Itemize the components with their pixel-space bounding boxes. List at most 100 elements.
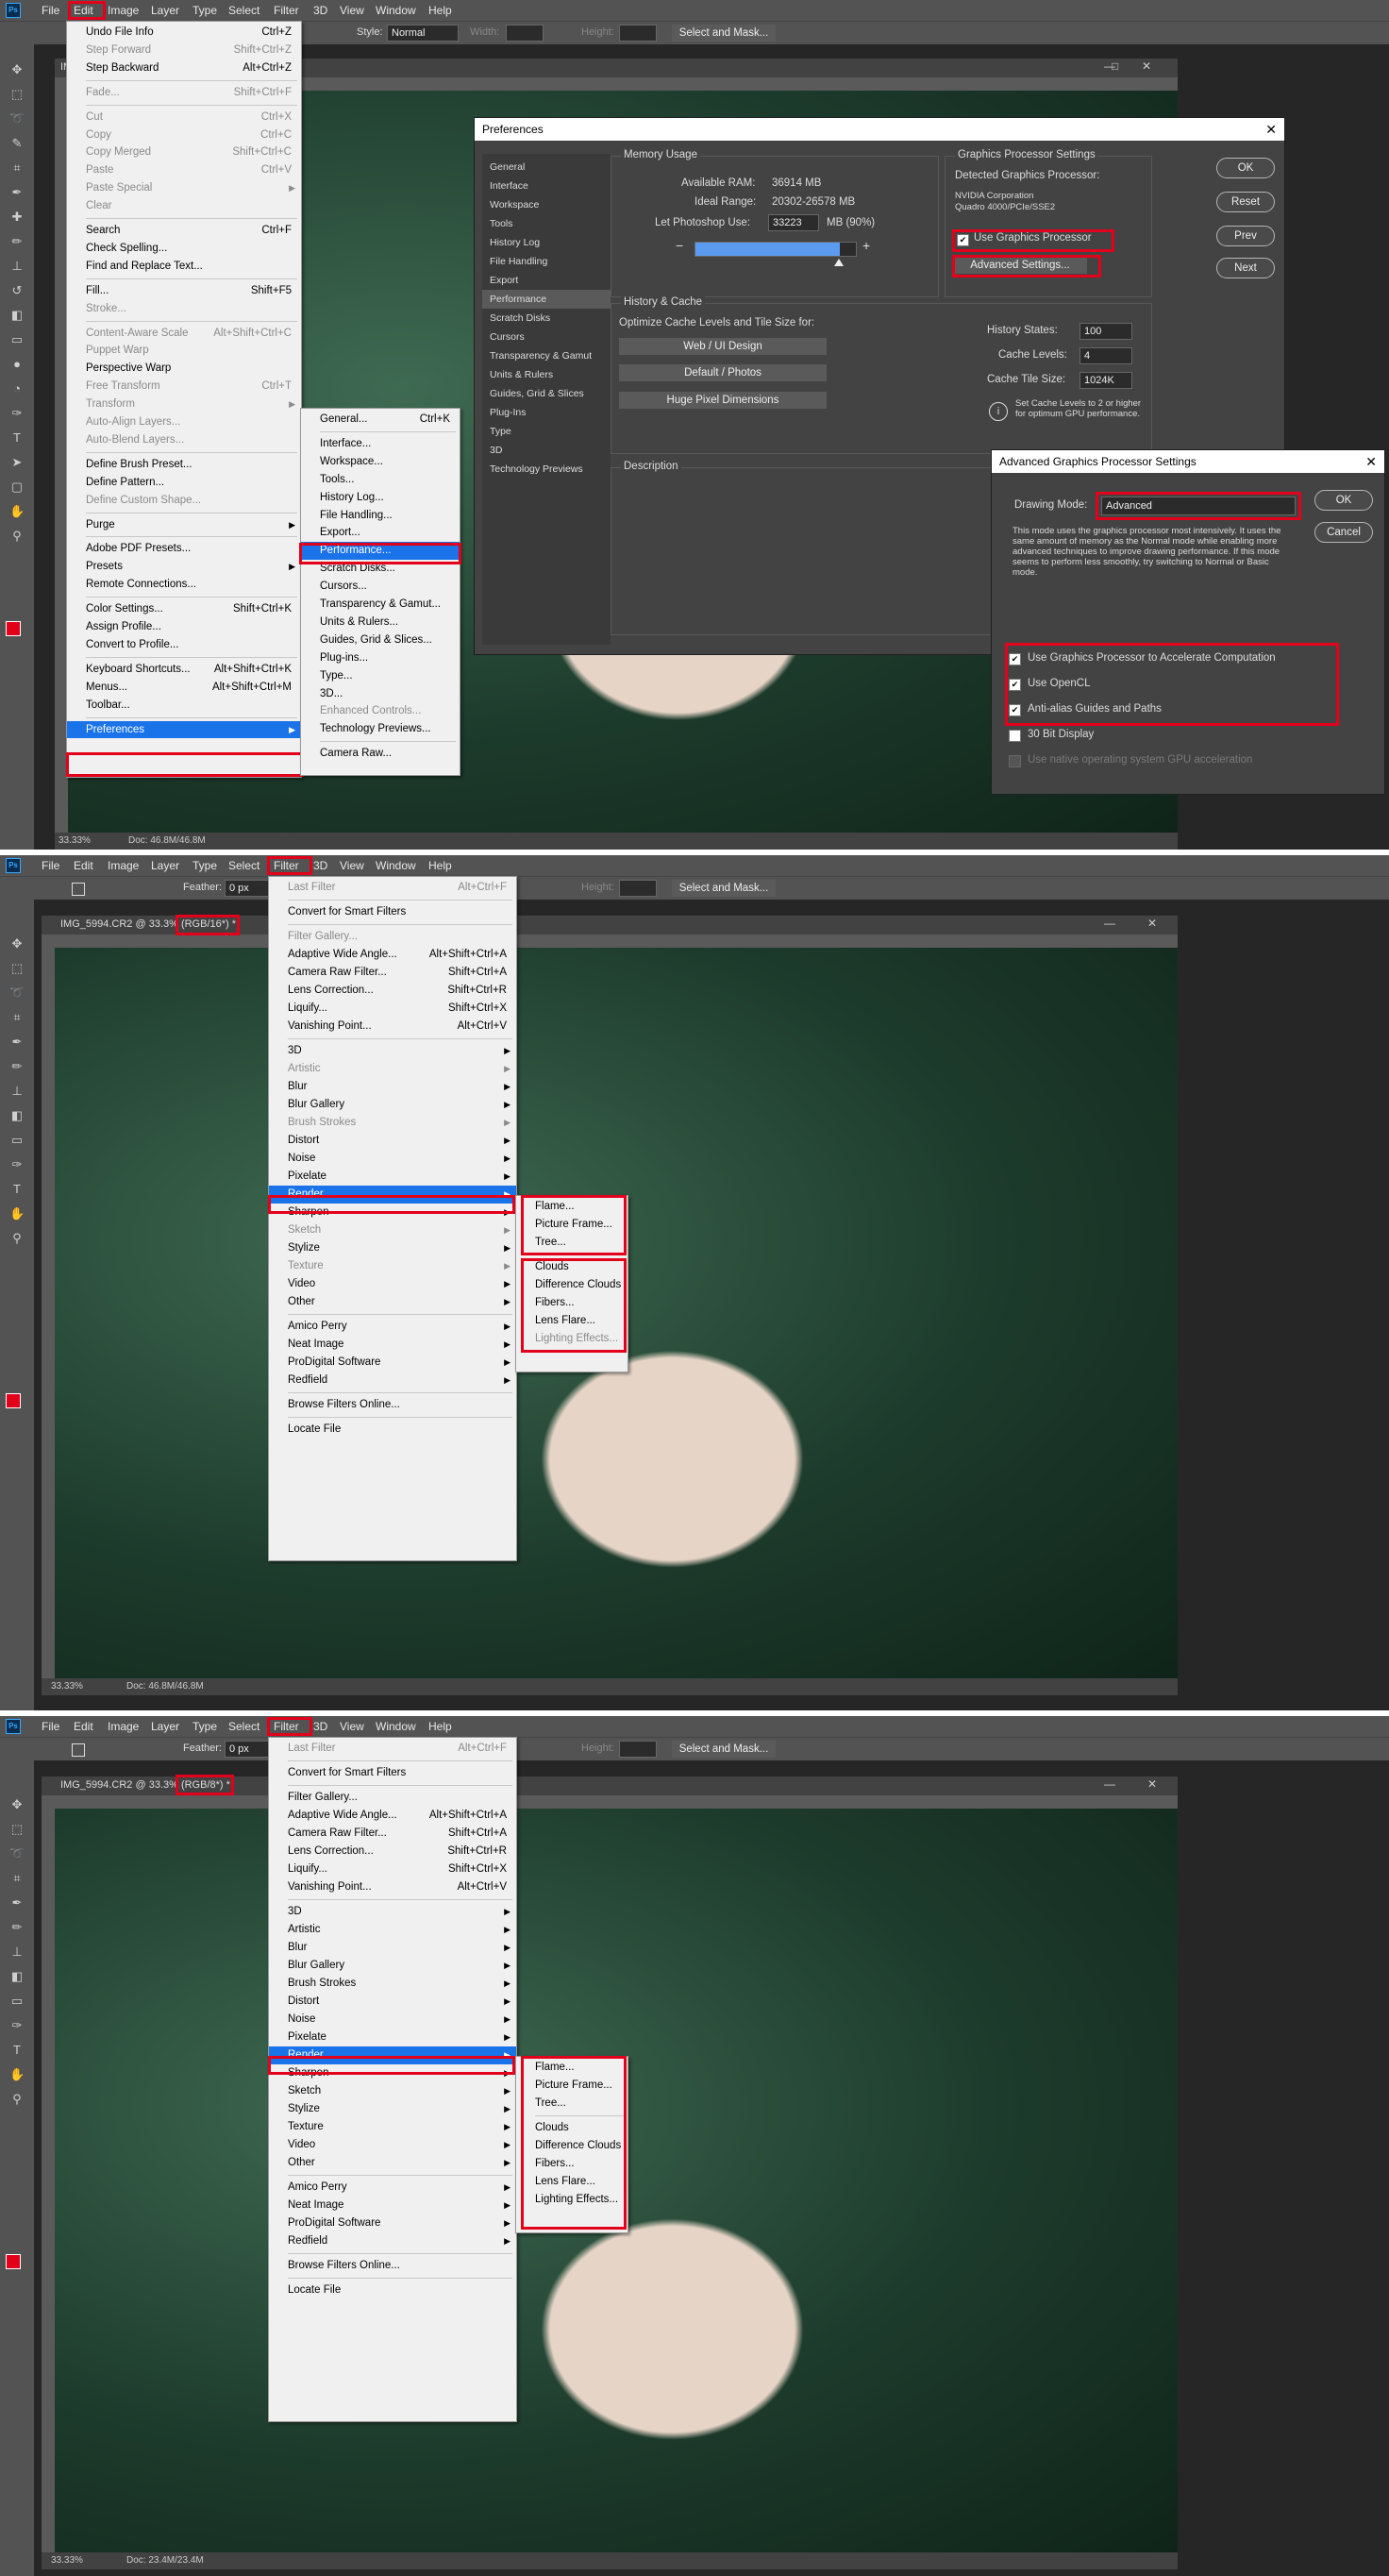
menu-item-camera-raw-filter[interactable]: Camera Raw Filter... Shift+Ctrl+A	[269, 1825, 516, 1843]
menu-item-amico-perry[interactable]: Amico Perry ▶	[269, 2179, 516, 2197]
menu-item-step-backward[interactable]: Step Backward Alt+Ctrl+Z	[67, 59, 301, 77]
hand-tool-icon[interactable]: ✋	[9, 1206, 25, 1221]
menu-item-fibers[interactable]: Fibers...	[516, 2155, 628, 2173]
advanced-settings-button[interactable]: Advanced Settings...	[953, 257, 1087, 274]
shape-tool-icon[interactable]: ▢	[9, 480, 25, 495]
minimize-icon[interactable]: —	[1104, 917, 1115, 930]
pref-sidebar-item-file-handling[interactable]: File Handling	[482, 252, 611, 271]
menu-item-lens-correction[interactable]: Lens Correction... Shift+Ctrl+R	[269, 982, 516, 1000]
menu-item-workspace[interactable]: Workspace...	[301, 453, 460, 471]
menu-item-guides-grid-slices[interactable]: Guides, Grid & Slices...	[301, 631, 460, 649]
menu-select[interactable]: Select	[228, 859, 259, 872]
ok-button[interactable]: OK	[1216, 158, 1275, 178]
menu-item-define-brush-preset[interactable]: Define Brush Preset...	[67, 456, 301, 474]
eyedropper-tool-icon[interactable]: ✒	[9, 185, 25, 200]
height-input[interactable]	[619, 1741, 657, 1758]
menu-item-distort[interactable]: Distort ▶	[269, 1132, 516, 1150]
pen-tool-icon[interactable]: ✑	[9, 2018, 25, 2033]
checkbox-icon[interactable]: ✔	[1009, 704, 1021, 716]
checkbox-icon[interactable]: ✔	[1009, 653, 1021, 665]
menu-help[interactable]: Help	[428, 1720, 452, 1733]
menu-filter[interactable]: Filter	[274, 859, 299, 872]
menu-item-keyboard-shortcuts[interactable]: Keyboard Shortcuts... Alt+Shift+Ctrl+K	[67, 661, 301, 679]
cache-levels-input[interactable]: 4	[1079, 347, 1132, 364]
menu-item-adaptive-wide-angle[interactable]: Adaptive Wide Angle... Alt+Shift+Ctrl+A	[269, 1807, 516, 1825]
pref-sidebar-item-3d[interactable]: 3D	[482, 441, 611, 460]
menu-item-artistic[interactable]: Artistic ▶	[269, 1921, 516, 1939]
gradient-tool-icon[interactable]: ▭	[9, 1133, 25, 1148]
zoom-tool-icon[interactable]: ⚲	[9, 2092, 25, 2107]
select-and-mask-button[interactable]: Select and Mask...	[672, 880, 776, 897]
menu-help[interactable]: Help	[428, 859, 452, 872]
blur-tool-icon[interactable]: ●	[9, 357, 25, 372]
crop-tool-icon[interactable]: ⌗	[9, 1871, 25, 1886]
stamp-tool-icon[interactable]: ⊥	[9, 1084, 25, 1099]
height-input[interactable]	[619, 880, 657, 897]
feather-input[interactable]: 0 px	[225, 1741, 272, 1758]
hand-tool-icon[interactable]: ✋	[9, 504, 25, 519]
menu-item-undo-file-info[interactable]: Undo File Info Ctrl+Z	[67, 24, 301, 42]
eraser-tool-icon[interactable]: ◧	[9, 308, 25, 323]
slider-minus[interactable]: −	[676, 238, 683, 253]
menu-item-units-rulers[interactable]: Units & Rulers...	[301, 614, 460, 631]
menu-item-blur-gallery[interactable]: Blur Gallery ▶	[269, 1957, 516, 1975]
gradient-tool-icon[interactable]: ▭	[9, 1994, 25, 2009]
pref-sidebar-item-interface[interactable]: Interface	[482, 177, 611, 195]
default-photos-button[interactable]: Default / Photos	[619, 364, 827, 381]
move-tool-icon[interactable]: ✥	[9, 1797, 25, 1812]
cancel-button[interactable]: Cancel	[1314, 522, 1373, 543]
select-and-mask-button[interactable]: Select and Mask...	[672, 1741, 776, 1758]
type-tool-icon[interactable]: T	[9, 430, 25, 446]
hand-tool-icon[interactable]: ✋	[9, 2067, 25, 2082]
menu-item-difference-clouds[interactable]: Difference Clouds	[516, 2137, 628, 2155]
pref-sidebar-item-cursors[interactable]: Cursors	[482, 328, 611, 346]
menu-window[interactable]: Window	[376, 4, 416, 17]
menu-item-vanishing-point[interactable]: Vanishing Point... Alt+Ctrl+V	[269, 1018, 516, 1035]
menu-item-render[interactable]: Render ▶	[269, 2046, 516, 2064]
menu-item-sharpen[interactable]: Sharpen ▶	[269, 1204, 516, 1221]
pref-sidebar-item-workspace[interactable]: Workspace	[482, 195, 611, 214]
style-select[interactable]: Normal	[387, 25, 459, 42]
crop-tool-icon[interactable]: ⌗	[9, 1010, 25, 1025]
menu-item-clouds[interactable]: Clouds	[516, 1258, 628, 1276]
width-input[interactable]	[506, 25, 544, 42]
zoom-tool-icon[interactable]: ⚲	[9, 1231, 25, 1246]
menu-layer[interactable]: Layer	[151, 1720, 179, 1733]
height-input[interactable]	[619, 25, 657, 42]
menu-item-convert-to-profile[interactable]: Convert to Profile...	[67, 636, 301, 654]
pref-sidebar-item-history-log[interactable]: History Log	[482, 233, 611, 252]
menu-view[interactable]: View	[340, 4, 364, 17]
crop-tool-icon[interactable]: ⌗	[9, 160, 25, 176]
menu-edit[interactable]: Edit	[74, 4, 93, 17]
menu-item-find-and-replace-text[interactable]: Find and Replace Text...	[67, 258, 301, 276]
pref-sidebar-item-technology-previews[interactable]: Technology Previews	[482, 460, 611, 479]
menu-item-menus[interactable]: Menus... Alt+Shift+Ctrl+M	[67, 679, 301, 697]
close-icon[interactable]: ✕	[1265, 118, 1277, 141]
menu-item-search[interactable]: Search Ctrl+F	[67, 222, 301, 240]
marquee-tool-icon[interactable]: ⬚	[9, 1822, 25, 1837]
stamp-tool-icon[interactable]: ⊥	[9, 1945, 25, 1960]
document-tab[interactable]: IMG_5994.CR2 @ 33.3% (RGB/8*) * — ✕	[42, 1776, 1178, 1795]
eyedropper-tool-icon[interactable]: ✒	[9, 1895, 25, 1911]
menu-item-picture-frame[interactable]: Picture Frame...	[516, 1216, 628, 1234]
close-icon[interactable]: ✕	[1147, 1777, 1157, 1791]
menu-select[interactable]: Select	[228, 4, 259, 17]
option-30-bit-display[interactable]: 30 Bit Display	[1009, 727, 1367, 746]
pref-sidebar-item-type[interactable]: Type	[482, 422, 611, 441]
menu-item-3d[interactable]: 3D ▶	[269, 1042, 516, 1060]
eyedropper-tool-icon[interactable]: ✒	[9, 1035, 25, 1050]
menu-item-lighting-effects[interactable]: Lighting Effects...	[516, 2191, 628, 2209]
prev-button[interactable]: Prev	[1216, 226, 1275, 246]
menu-item-distort[interactable]: Distort ▶	[269, 1993, 516, 2011]
menu-type[interactable]: Type	[192, 859, 217, 872]
menu-window[interactable]: Window	[376, 1720, 416, 1733]
menu-help[interactable]: Help	[428, 4, 452, 17]
menu-item-filter-gallery[interactable]: Filter Gallery...	[269, 1789, 516, 1807]
menu-item-lens-correction[interactable]: Lens Correction... Shift+Ctrl+R	[269, 1843, 516, 1860]
healing-tool-icon[interactable]: ✚	[9, 210, 25, 225]
menu-item-tools[interactable]: Tools...	[301, 471, 460, 489]
menu-item-scratch-disks[interactable]: Scratch Disks...	[301, 560, 460, 578]
menu-item-stylize[interactable]: Stylize ▶	[269, 1239, 516, 1257]
memory-slider-thumb[interactable]	[834, 259, 844, 266]
menu-item-render[interactable]: Render ▶	[269, 1186, 516, 1204]
